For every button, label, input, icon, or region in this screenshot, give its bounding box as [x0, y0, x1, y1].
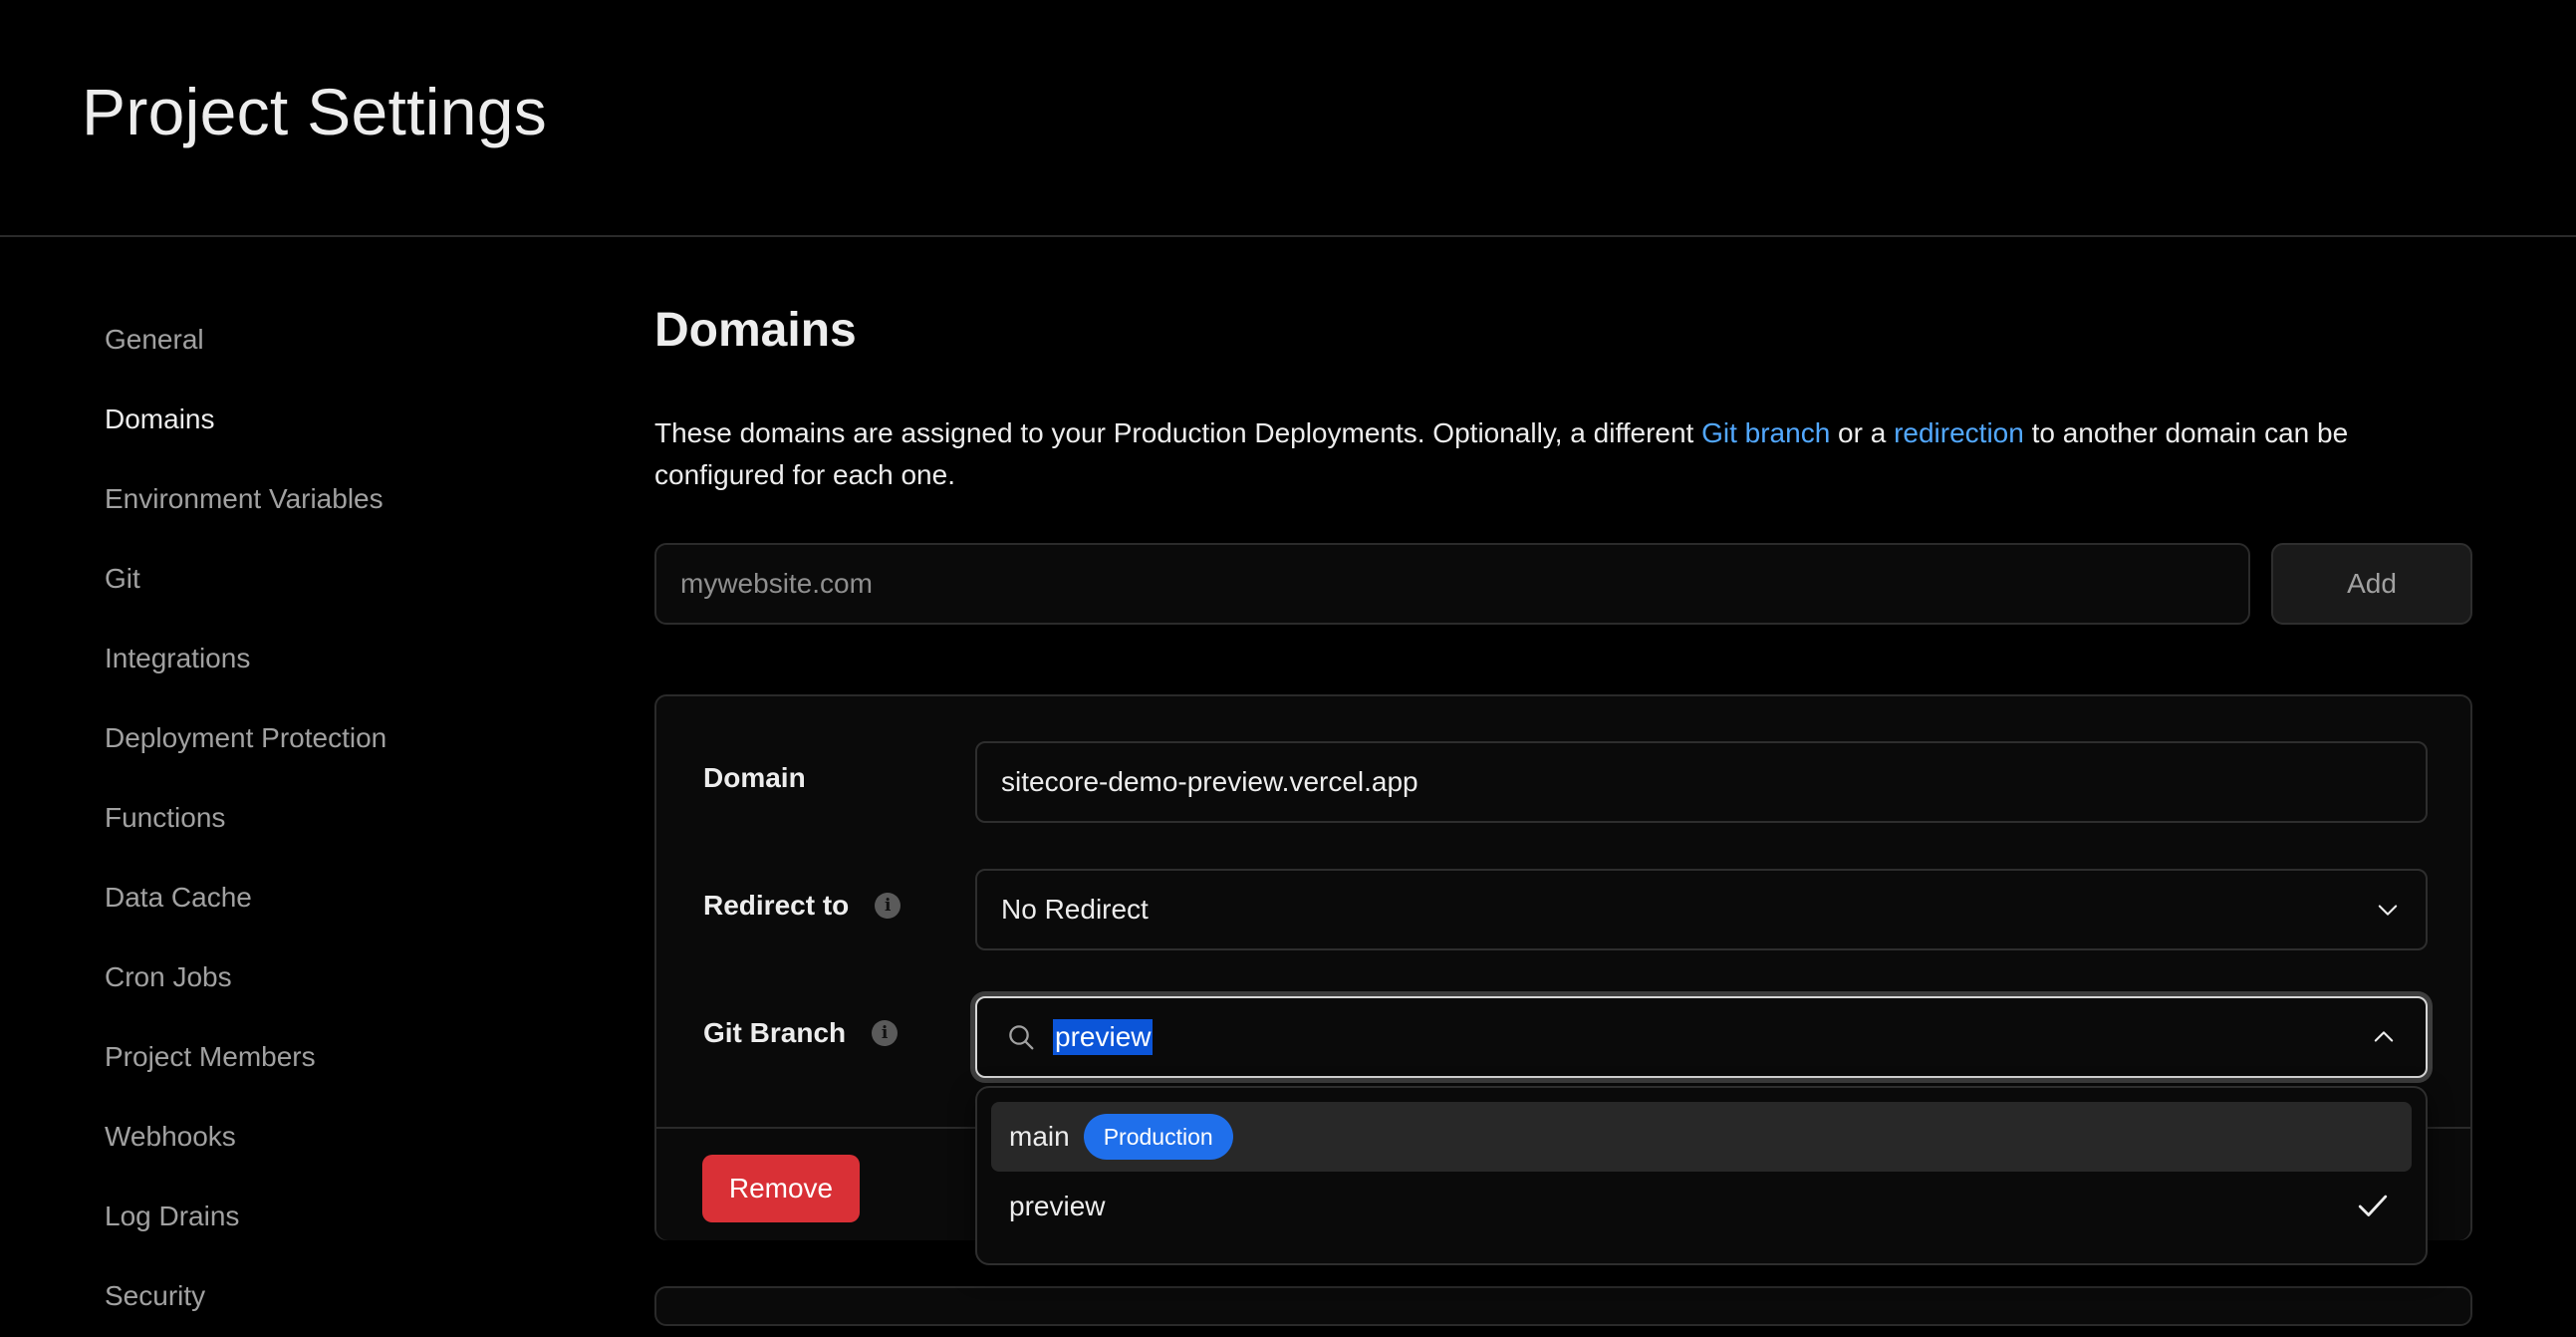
add-domain-input[interactable] [654, 543, 2250, 625]
add-domain-button[interactable]: Add [2271, 543, 2472, 625]
domain-label: Domain [703, 762, 806, 794]
check-icon [2358, 1195, 2388, 1216]
git-branch-dropdown: main Production preview [975, 1086, 2428, 1265]
description-text: These domains are assigned to your Produ… [654, 417, 1702, 448]
sidebar-item-functions[interactable]: Functions [105, 777, 623, 857]
section-title: Domains [654, 304, 857, 357]
info-icon[interactable]: i [875, 893, 902, 919]
redirect-label: Redirect to i [703, 890, 902, 922]
next-domain-card [654, 1286, 2472, 1326]
page-title: Project Settings [82, 75, 548, 148]
redirect-select[interactable]: No Redirect [975, 869, 2428, 950]
branch-option-preview[interactable]: preview [991, 1172, 2412, 1241]
branch-option-label: main [1009, 1121, 1070, 1152]
git-branch-label: Git Branch i [703, 1017, 899, 1049]
sidebar-item-general[interactable]: General [105, 299, 623, 379]
sidebar-item-deployment-protection[interactable]: Deployment Protection [105, 697, 623, 777]
sidebar-item-webhooks[interactable]: Webhooks [105, 1096, 623, 1176]
domain-field[interactable]: sitecore-demo-preview.vercel.app [975, 741, 2428, 823]
info-icon[interactable]: i [872, 1020, 899, 1046]
git-branch-label-text: Git Branch [703, 1017, 847, 1048]
domain-value: sitecore-demo-preview.vercel.app [1001, 766, 1418, 797]
git-branch-search-value: preview [1053, 1019, 1154, 1055]
redirection-link[interactable]: redirection [1894, 417, 2024, 448]
sidebar-item-security[interactable]: Security [105, 1255, 623, 1335]
page-header: Project Settings [0, 0, 2576, 237]
domains-description: These domains are assigned to your Produ… [654, 412, 2472, 496]
sidebar-item-data-cache[interactable]: Data Cache [105, 857, 623, 936]
settings-sidebar: General Domains Environment Variables Gi… [105, 299, 623, 1335]
sidebar-item-project-members[interactable]: Project Members [105, 1016, 623, 1096]
search-icon [1009, 1025, 1034, 1050]
chevron-down-icon [2378, 905, 2398, 916]
git-branch-link[interactable]: Git branch [1701, 417, 1830, 448]
sidebar-item-log-drains[interactable]: Log Drains [105, 1176, 623, 1255]
sidebar-item-integrations[interactable]: Integrations [105, 618, 623, 697]
description-text: or a [1830, 417, 1895, 448]
remove-domain-button[interactable]: Remove [702, 1155, 860, 1222]
sidebar-item-git[interactable]: Git [105, 538, 623, 618]
sidebar-item-environment-variables[interactable]: Environment Variables [105, 458, 623, 538]
production-badge: Production [1083, 1114, 1233, 1160]
redirect-label-text: Redirect to [703, 890, 850, 921]
git-branch-combobox[interactable]: preview [975, 996, 2428, 1078]
sidebar-item-domains[interactable]: Domains [105, 379, 623, 458]
branch-option-label: preview [1009, 1191, 1106, 1221]
redirect-value: No Redirect [1001, 894, 1149, 925]
domain-label-text: Domain [703, 762, 806, 793]
branch-option-main[interactable]: main Production [991, 1102, 2412, 1172]
chevron-up-icon[interactable] [2370, 1023, 2398, 1051]
sidebar-item-cron-jobs[interactable]: Cron Jobs [105, 936, 623, 1016]
